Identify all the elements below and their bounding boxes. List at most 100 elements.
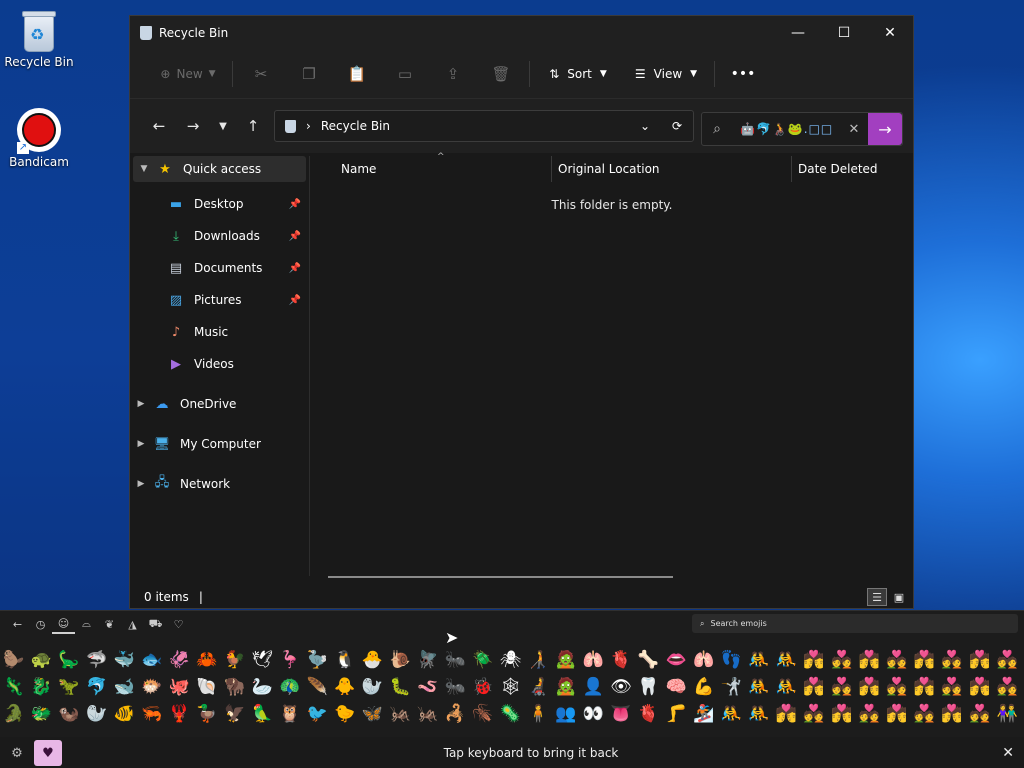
emoji-cell[interactable]: 🐠 — [110, 701, 138, 728]
emoji-cell[interactable]: 💏 — [911, 647, 939, 674]
emoji-cell[interactable]: 💏 — [773, 701, 801, 728]
emoji-cell[interactable]: 🐬 — [83, 674, 111, 701]
tab-people[interactable]: ⌓ — [75, 617, 98, 631]
tab-smileys[interactable]: ☺ — [52, 614, 75, 634]
emoji-cell[interactable]: 💏 — [855, 647, 883, 674]
sidebar-item-desktop[interactable]: ▬ Desktop 📌 — [130, 188, 309, 220]
sidebar-item-onedrive[interactable]: ▶ ☁ OneDrive — [130, 388, 309, 420]
emoji-cell[interactable]: 🐲 — [28, 701, 56, 728]
emoji-cell[interactable]: 🪳 — [469, 701, 497, 728]
emoji-cell[interactable]: 💏 — [911, 674, 939, 701]
chevron-right-icon[interactable]: ▶ — [130, 479, 152, 489]
emoji-cell[interactable]: 💑 — [966, 701, 994, 728]
emoji-cell[interactable]: 🦠 — [497, 701, 525, 728]
emoji-cell[interactable]: 🐌 — [386, 647, 414, 674]
emoji-cell[interactable]: 🦭 — [359, 674, 387, 701]
emoji-cell[interactable]: 💏 — [966, 674, 994, 701]
tiles-view-button[interactable]: ▣ — [889, 588, 909, 606]
emoji-cell[interactable]: 💏 — [883, 701, 911, 728]
maximize-button[interactable]: ☐ — [821, 16, 867, 49]
emoji-cell[interactable]: 🫀 — [607, 647, 635, 674]
rename-button[interactable]: ▭ — [381, 58, 429, 90]
paste-button[interactable]: 📋 — [333, 58, 381, 90]
emoji-cell[interactable]: 🫁 — [579, 647, 607, 674]
share-button[interactable]: ⇪ — [429, 58, 477, 90]
emoji-cell[interactable]: 🐓 — [221, 647, 249, 674]
emoji-cell[interactable]: 🐳 — [110, 647, 138, 674]
tab-food[interactable]: ◮ — [121, 618, 144, 631]
horizontal-scrollbar[interactable] — [328, 576, 673, 578]
address-bar[interactable]: › Recycle Bin ⌄ ⟳ — [274, 110, 694, 142]
emoji-cell[interactable]: 🦈 — [83, 647, 111, 674]
column-header-name[interactable]: ^ Name — [311, 152, 551, 182]
new-button[interactable]: ⊕ New ▼ — [148, 58, 228, 90]
back-button[interactable]: ← — [142, 111, 176, 141]
back-button[interactable]: ← — [6, 618, 29, 631]
emoji-cell[interactable]: 🦩 — [276, 647, 304, 674]
emoji-cell[interactable]: 🤼 — [717, 701, 745, 728]
emoji-cell[interactable]: 🧑‍🦼 — [524, 674, 552, 701]
emoji-cell[interactable]: 🤼 — [773, 647, 801, 674]
forward-button[interactable]: → — [176, 111, 210, 141]
emoji-cell[interactable]: 💑 — [855, 701, 883, 728]
up-button[interactable]: ↑ — [236, 111, 270, 141]
emoji-cell[interactable]: 🦅 — [221, 701, 249, 728]
emoji-cell[interactable]: 👁 — [607, 674, 635, 701]
emoji-cell[interactable]: 🤺 — [717, 674, 745, 701]
emoji-cell[interactable]: 🦂 — [442, 701, 470, 728]
desktop-icon-bandicam[interactable]: ↗ Bandicam — [3, 108, 75, 169]
emoji-cell[interactable]: 🐥 — [331, 674, 359, 701]
emoji-cell[interactable]: 🐙 — [166, 674, 194, 701]
emoji-cell[interactable]: 💑 — [993, 674, 1021, 701]
emoji-cell[interactable]: 🦀 — [193, 647, 221, 674]
close-button[interactable]: ✕ — [867, 16, 913, 49]
emoji-cell[interactable]: 🦕 — [55, 647, 83, 674]
emoji-cell[interactable]: 🤼 — [745, 674, 773, 701]
emoji-cell[interactable]: 💑 — [938, 647, 966, 674]
sort-button[interactable]: ⇅ Sort ▼ — [534, 58, 622, 90]
sidebar-item-documents[interactable]: ▤ Documents 📌 — [130, 252, 309, 284]
emoji-cell[interactable]: 🪶 — [304, 674, 332, 701]
emoji-cell[interactable]: 🐦 — [304, 701, 332, 728]
recent-locations-button[interactable]: ▼ — [210, 111, 236, 141]
emoji-cell[interactable]: 🐢 — [28, 647, 56, 674]
sidebar-item-my-computer[interactable]: ▶ 🖥 My Computer — [130, 428, 309, 460]
emoji-cell[interactable]: 🫀 — [635, 701, 663, 728]
emoji-cell[interactable]: 💑 — [938, 674, 966, 701]
emoji-cell[interactable]: 🦤 — [304, 647, 332, 674]
emoji-cell[interactable]: 👀 — [579, 701, 607, 728]
emoji-cell[interactable]: 🦑 — [166, 647, 194, 674]
details-view-button[interactable]: ☰ — [867, 588, 887, 606]
emoji-cell[interactable]: 🦐 — [138, 701, 166, 728]
tab-recent[interactable]: ◷ — [29, 618, 52, 631]
tab-travel[interactable]: ⛟ — [144, 617, 167, 632]
emoji-cell[interactable]: 💏 — [966, 647, 994, 674]
close-panel-button[interactable]: ✕ — [1002, 745, 1014, 761]
emoji-cell[interactable]: 🐟 — [138, 647, 166, 674]
emoji-cell[interactable]: 🐉 — [28, 674, 56, 701]
emoji-cell[interactable]: 💪 — [690, 674, 718, 701]
emoji-cell[interactable]: 💑 — [828, 647, 856, 674]
emoji-cell[interactable]: 🦫 — [0, 647, 28, 674]
emoji-cell[interactable]: 🦵 — [662, 701, 690, 728]
emoji-cell[interactable]: 🦢 — [248, 674, 276, 701]
emoji-cell[interactable]: 🐜 — [442, 647, 470, 674]
emoji-cell[interactable]: 🦭 — [83, 701, 111, 728]
emoji-cell[interactable]: 🦎 — [0, 674, 28, 701]
sidebar-item-videos[interactable]: ▶ Videos — [130, 348, 309, 380]
delete-button[interactable]: 🗑 — [477, 58, 525, 90]
emoji-cell[interactable]: 🐋 — [110, 674, 138, 701]
chevron-right-icon[interactable]: ▶ — [130, 439, 152, 449]
emoji-cell[interactable]: 🦷 — [635, 674, 663, 701]
tab-celebration[interactable]: ❦ — [98, 618, 121, 631]
emoji-cell[interactable]: 💑 — [828, 674, 856, 701]
column-header-date-deleted[interactable]: Date Deleted — [791, 156, 911, 182]
emoji-cell[interactable]: 👅 — [607, 701, 635, 728]
emoji-cell[interactable]: 🪰 — [414, 647, 442, 674]
emoji-cell[interactable]: 💑 — [993, 647, 1021, 674]
sidebar-item-downloads[interactable]: ⤓ Downloads 📌 — [130, 220, 309, 252]
emoji-cell[interactable]: 🦋 — [359, 701, 387, 728]
emoji-cell[interactable]: 🧠 — [662, 674, 690, 701]
emoji-cell[interactable]: 💏 — [855, 674, 883, 701]
emoji-cell[interactable]: 🪲 — [469, 647, 497, 674]
